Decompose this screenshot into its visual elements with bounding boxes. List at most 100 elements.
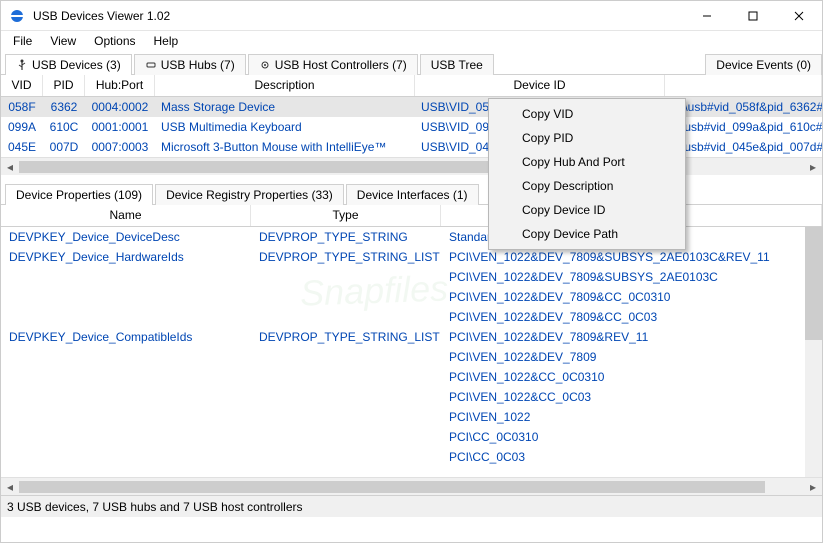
context-copy-device-path[interactable]: Copy Device Path [492, 222, 682, 246]
props-vscroll[interactable] [805, 227, 822, 477]
prop-name [1, 355, 251, 359]
cell-pid: 6362 [43, 98, 85, 116]
tab-usb-devices-3-[interactable]: USB Devices (3) [5, 54, 132, 75]
scroll-left-icon[interactable]: ◂ [1, 479, 19, 495]
cell-path: \\?\usb#vid_058f&pid_6362#05 [665, 98, 822, 116]
props-list[interactable]: DEVPKEY_Device_DeviceDescDEVPROP_TYPE_ST… [1, 227, 822, 477]
menu-view[interactable]: View [42, 32, 84, 50]
props-header: Name Type [1, 205, 822, 227]
prop-type [251, 395, 441, 399]
prop-type [251, 275, 441, 279]
props-row[interactable]: PCI\VEN_1022&CC_0C03 [1, 387, 822, 407]
props-col-name[interactable]: Name [1, 205, 251, 226]
props-row[interactable]: PCI\CC_0C0310 [1, 427, 822, 447]
context-copy-description[interactable]: Copy Description [492, 174, 682, 198]
prop-value: PCI\VEN_1022&DEV_7809&REV_11 [441, 328, 822, 346]
prop-type [251, 375, 441, 379]
device-row[interactable]: 058F63620004:0002Mass Storage DeviceUSB\… [1, 97, 822, 117]
tab-usb-host-controllers-7-[interactable]: USB Host Controllers (7) [248, 54, 418, 75]
props-row[interactable]: DEVPKEY_Device_DeviceDescDEVPROP_TYPE_ST… [1, 227, 822, 247]
device-list-hscroll[interactable]: ◂ ▸ [1, 157, 822, 175]
tab-usb-hubs-7-[interactable]: USB Hubs (7) [134, 54, 246, 75]
props-hscroll[interactable]: ◂ ▸ [1, 477, 822, 495]
prop-type [251, 295, 441, 299]
props-row[interactable]: DEVPKEY_Device_HardwareIdsDEVPROP_TYPE_S… [1, 247, 822, 267]
props-row[interactable]: PCI\CC_0C03 [1, 447, 822, 467]
hscroll-thumb[interactable] [19, 481, 765, 493]
cell-description: Microsoft 3-Button Mouse with IntelliEye… [155, 138, 415, 156]
prop-name: DEVPKEY_Device_DeviceDesc [1, 228, 251, 246]
menu-file[interactable]: File [5, 32, 40, 50]
prop-value: PCI\VEN_1022&DEV_7809&SUBSYS_2AE0103C [441, 268, 822, 286]
props-col-type[interactable]: Type [251, 205, 441, 226]
col-header-pid[interactable]: PID [43, 75, 85, 96]
context-copy-vid[interactable]: Copy VID [492, 102, 682, 126]
props-row[interactable]: PCI\VEN_1022&DEV_7809 [1, 347, 822, 367]
context-copy-pid[interactable]: Copy PID [492, 126, 682, 150]
app-icon [9, 8, 25, 24]
props-row[interactable]: PCI\VEN_1022&CC_0C0310 [1, 367, 822, 387]
props-row[interactable]: PCI\VEN_1022&DEV_7809&CC_0C03 [1, 307, 822, 327]
cell-hubport: 0001:0001 [85, 118, 155, 136]
scroll-left-icon[interactable]: ◂ [1, 159, 19, 175]
cell-hubport: 0004:0002 [85, 98, 155, 116]
scroll-right-icon[interactable]: ▸ [804, 159, 822, 175]
device-row[interactable]: 045E007D0007:0003Microsoft 3-Button Mous… [1, 137, 822, 157]
cell-path: \?\usb#vid_099a&pid_610c#5& [665, 118, 822, 136]
col-header-path[interactable] [665, 75, 822, 96]
col-header-hubport[interactable]: Hub:Port [85, 75, 155, 96]
prop-name [1, 295, 251, 299]
context-copy-hub-and-port[interactable]: Copy Hub And Port [492, 150, 682, 174]
context-copy-device-id[interactable]: Copy Device ID [492, 198, 682, 222]
prop-value: PCI\VEN_1022&DEV_7809&CC_0C0310 [441, 288, 822, 306]
prop-value: PCI\VEN_1022 [441, 408, 822, 426]
cell-vid: 058F [1, 98, 43, 116]
close-button[interactable] [776, 1, 822, 31]
scroll-right-icon[interactable]: ▸ [804, 479, 822, 495]
prop-name [1, 375, 251, 379]
tab-device-properties-109-[interactable]: Device Properties (109) [5, 184, 153, 205]
cell-vid: 045E [1, 138, 43, 156]
col-header-description[interactable]: Description [155, 75, 415, 96]
maximize-button[interactable] [730, 1, 776, 31]
col-header-vid[interactable]: VID [1, 75, 43, 96]
device-events-label: Device Events (0) [716, 58, 811, 72]
minimize-button[interactable] [684, 1, 730, 31]
device-events-tab[interactable]: Device Events (0) [705, 54, 822, 75]
prop-type: DEVPROP_TYPE_STRING_LIST [251, 328, 441, 346]
props-row[interactable]: PCI\VEN_1022 [1, 407, 822, 427]
menu-options[interactable]: Options [86, 32, 143, 50]
prop-name [1, 395, 251, 399]
statusbar: 3 USB devices, 7 USB hubs and 7 USB host… [1, 495, 822, 517]
tab-label: USB Host Controllers (7) [275, 58, 407, 72]
prop-type [251, 415, 441, 419]
cell-path: \?\usb#vid_045e&pid_007d#5 [665, 138, 822, 156]
prop-value: PCI\VEN_1022&CC_0C03 [441, 388, 822, 406]
tab-device-interfaces-1-[interactable]: Device Interfaces (1) [346, 184, 479, 205]
hscroll-thumb[interactable] [19, 161, 490, 173]
prop-name [1, 315, 251, 319]
tab-label: USB Hubs (7) [161, 58, 235, 72]
vscroll-thumb[interactable] [805, 227, 822, 340]
tab-usb-tree[interactable]: USB Tree [420, 54, 494, 75]
window-title: USB Devices Viewer 1.02 [33, 9, 684, 23]
prop-value: PCI\CC_0C0310 [441, 428, 822, 446]
tab-device-registry-properties-33-[interactable]: Device Registry Properties (33) [155, 184, 344, 205]
prop-name [1, 415, 251, 419]
usb-icon [16, 59, 28, 71]
prop-name: DEVPKEY_Device_CompatibleIds [1, 328, 251, 346]
window-titlebar: USB Devices Viewer 1.02 [1, 1, 822, 31]
device-row[interactable]: 099A610C0001:0001USB Multimedia Keyboard… [1, 117, 822, 137]
prop-value: PCI\VEN_1022&DEV_7809&SUBSYS_2AE0103C&RE… [441, 248, 822, 266]
device-list[interactable]: 058F63620004:0002Mass Storage DeviceUSB\… [1, 97, 822, 157]
gear-icon [259, 59, 271, 71]
col-header-deviceid[interactable]: Device ID [415, 75, 665, 96]
prop-type: DEVPROP_TYPE_STRING_LIST [251, 248, 441, 266]
props-row[interactable]: PCI\VEN_1022&DEV_7809&SUBSYS_2AE0103C [1, 267, 822, 287]
props-row[interactable]: DEVPKEY_Device_CompatibleIdsDEVPROP_TYPE… [1, 327, 822, 347]
context-menu: Copy VIDCopy PIDCopy Hub And PortCopy De… [488, 98, 686, 250]
prop-value: PCI\VEN_1022&DEV_7809&CC_0C03 [441, 308, 822, 326]
menu-help[interactable]: Help [146, 32, 187, 50]
props-row[interactable]: PCI\VEN_1022&DEV_7809&CC_0C0310 [1, 287, 822, 307]
prop-value: PCI\CC_0C03 [441, 448, 822, 466]
